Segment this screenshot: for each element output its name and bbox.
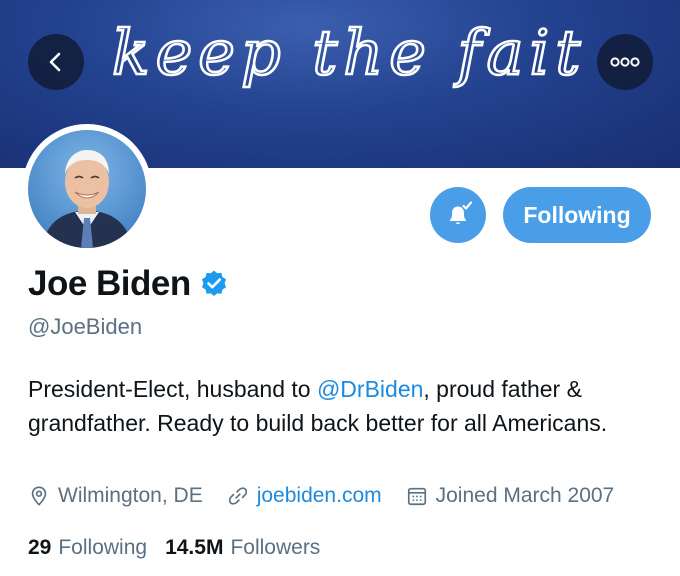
profile-meta: Wilmington, DE joebiden.com Joined March	[28, 484, 614, 508]
location-item: Wilmington, DE	[28, 484, 203, 508]
bell-check-icon	[450, 201, 473, 225]
location-text: Wilmington, DE	[58, 484, 203, 507]
following-label: Following	[58, 536, 148, 559]
avatar-photo	[28, 130, 146, 248]
followers-label: Followers	[230, 536, 321, 559]
calendar-icon	[407, 487, 426, 506]
website-item[interactable]: joebiden.com	[227, 484, 382, 508]
profile-stats: 29 Following 14.5M Followers	[28, 536, 338, 560]
profile-handle: @JoeBiden	[28, 314, 143, 339]
joined-item: Joined March 2007	[406, 484, 615, 508]
name-row: Joe Biden	[28, 264, 229, 304]
display-name: Joe Biden	[28, 264, 191, 303]
bio-text-start: President-Elect, husband to	[28, 376, 317, 402]
profile-bio: President-Elect, husband to @DrBiden, pr…	[28, 372, 658, 440]
followers-stat[interactable]: 14.5M Followers	[165, 536, 320, 560]
following-stat[interactable]: 29 Following	[28, 536, 147, 560]
website-link[interactable]: joebiden.com	[257, 484, 382, 508]
bio-mention-link[interactable]: @DrBiden	[317, 376, 423, 402]
svg-text:keep the faith!: keep the faith!	[112, 16, 582, 89]
joined-text: Joined March 2007	[435, 484, 615, 507]
back-button[interactable]	[28, 34, 84, 90]
profile-page: keep the faith!	[0, 0, 680, 576]
link-icon	[228, 487, 247, 505]
avatar[interactable]	[22, 124, 152, 254]
verified-badge-icon	[201, 270, 226, 296]
notifications-button[interactable]	[430, 187, 486, 243]
banner-handwriting: keep the faith!	[112, 15, 582, 91]
location-pin-icon	[31, 486, 47, 506]
chevron-left-icon	[49, 52, 61, 72]
more-options-button[interactable]	[597, 34, 653, 90]
following-count: 29	[28, 536, 52, 559]
more-horizontal-icon	[610, 57, 640, 67]
profile-photo-image	[28, 130, 146, 248]
followers-count: 14.5M	[165, 536, 224, 559]
following-button[interactable]: Following	[503, 187, 651, 243]
